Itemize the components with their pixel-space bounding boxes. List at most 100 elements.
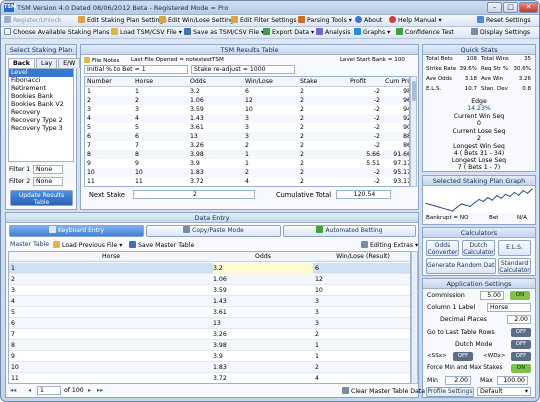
copy-paste-tab[interactable]: Copy/Paste Mode [146,225,281,237]
commission-field[interactable]: 5.00 [480,291,504,300]
entry-cell[interactable]: 1.83 [213,362,313,373]
entry-cell[interactable]: 1 [315,340,410,351]
entry-cell[interactable]: 1 [315,351,410,362]
display-settings-button[interactable]: Display Settings [471,28,530,38]
entry-cell[interactable]: 3.2 [213,263,313,274]
graphs-menu[interactable]: Graphs ▾ [354,28,390,38]
entry-scrollbar[interactable] [411,251,418,384]
entry-cell[interactable]: 4 [315,373,410,383]
results-column-header[interactable]: Win/Lose [245,77,300,87]
next-page-icon[interactable]: ▸ [88,387,91,394]
entry-cell[interactable]: 3.9 [213,351,313,362]
profile-select[interactable]: Default ▾ [477,387,531,396]
save-file-menu[interactable]: Save as TSM/CSV File ▾ [184,28,264,38]
automated-betting-tab[interactable]: Automated Betting [283,225,416,237]
entry-cell[interactable]: 12 [315,274,410,285]
staking-plan-item[interactable]: Recovery Type 3 [9,125,73,133]
close-button[interactable]: ✕ [519,2,538,13]
staking-plan-item[interactable]: Level [9,69,73,77]
staking-plan-item[interactable]: Bookies Bank V2 [9,101,73,109]
entry-cell[interactable]: 11 [11,373,211,383]
results-column-header[interactable]: Stake [300,77,345,87]
entry-cell[interactable]: 3.26 [213,329,313,340]
filter1-select[interactable]: None [33,165,63,174]
minimize-button[interactable]: – [487,2,502,13]
entry-cell[interactable]: 10 [11,362,211,373]
entry-table-row[interactable]: 3 3.59 10 [9,285,410,296]
odds-converter-button[interactable]: Odds Converter [426,240,459,256]
entry-cell[interactable]: 10 [315,285,410,296]
entry-cell[interactable]: 3.72 [213,373,313,383]
entry-table-row[interactable]: 5 3.61 3 [9,307,410,318]
tab-back[interactable]: Back [8,58,35,68]
entry-cell[interactable]: 8 [11,340,211,351]
tab-ew[interactable]: E/W [58,58,81,68]
keyboard-entry-tab[interactable]: Keyboard Entry [9,225,144,237]
entry-cell[interactable]: 5 [11,307,211,318]
save-master-button[interactable]: Save Master Table [129,241,194,249]
file-notes-button[interactable]: File Notes [84,57,119,64]
clear-master-button[interactable]: Clear Master Table Data [342,387,425,395]
entry-cell[interactable]: 3.98 [213,340,313,351]
results-column-header[interactable]: Odds [190,77,245,87]
results-table-row[interactable]: 10 10 1.83 2 2 -2 95.17 [85,168,409,177]
register-unlock-button[interactable]: Register/Unlock [4,16,62,26]
load-file-menu[interactable]: Load TSM/CSV File ▾ [111,28,182,38]
entry-cell[interactable]: 3 [315,318,410,329]
entry-cell[interactable]: 3.61 [213,307,313,318]
results-table-row[interactable]: 8 8 3.98 1 2 5.66 91.66 [85,150,409,159]
entry-table-row[interactable]: 4 1.43 3 [9,296,410,307]
min-field[interactable]: 2.00 [445,376,471,385]
staking-plan-list[interactable]: Level Fibonacci Retirement Bookies Bank Book… [8,68,74,162]
entry-cell[interactable]: 2 [315,329,410,340]
entry-cell[interactable]: 6 [315,263,410,274]
col1-field[interactable]: Horse [487,303,531,312]
filter2-select[interactable]: None [33,177,63,186]
entry-cell[interactable]: 3 [315,296,410,307]
results-table[interactable]: Number Horse Odds Win/Lose Stake Profit Cum Pr… [84,76,410,187]
entry-table-row[interactable]: 7 3.26 2 [9,329,410,340]
export-data-menu[interactable]: Export Data ▾ [263,28,314,38]
results-table-row[interactable]: 3 3 3.59 10 2 -2 94 [85,105,409,114]
master-data-table[interactable]: Horse Odds Win/Lose (Result) 1 3.2 6 2 1.06 12 3 3… [8,251,411,384]
parsing-tools-menu[interactable]: Parsing Tools ▾ [298,16,352,26]
reset-settings-button[interactable]: Reset Settings [477,16,531,26]
results-column-header[interactable]: Cum Profit [385,77,409,87]
max-field[interactable]: 100.00 [497,376,528,385]
goto-rows-toggle[interactable]: OFF [511,328,531,337]
results-scrollbar[interactable] [410,76,417,187]
results-table-row[interactable]: 5 5 3.61 3 2 -2 90 [85,123,409,132]
results-table-row[interactable]: 9 9 3.9 1 2 5.51 97.17 [85,159,409,168]
stake-readjust-field[interactable]: Stake re-adjust = 1000 [191,65,295,74]
results-table-row[interactable]: 7 7 3.26 2 2 -2 86 [85,141,409,150]
random-data-button[interactable]: Generate Random Data [426,258,496,274]
standard-calculator-button[interactable]: Standard Calculator [498,258,531,274]
last-page-icon[interactable]: ▸▸ [97,387,103,394]
entry-cell[interactable]: 9 [11,351,211,362]
entry-cell[interactable]: 3 [11,285,211,296]
ssx-toggle[interactable]: OFF [453,352,473,361]
maximize-button[interactable]: □ [503,2,518,13]
profile-settings-button[interactable]: Profile Settings [426,387,474,397]
entry-cell[interactable]: 3 [315,307,410,318]
edit-winlose-button[interactable]: Edit Win/Lose Settings [159,16,237,26]
force-stakes-toggle[interactable]: ON [511,364,531,373]
page-number-field[interactable]: 1 [37,386,61,395]
update-results-button[interactable]: Update Results Table [10,190,73,206]
wdx-toggle[interactable]: OFF [511,352,531,361]
els-button[interactable]: E.L.S. [498,240,531,256]
staking-plan-item[interactable]: Fibonacci [9,77,73,85]
entry-cell[interactable]: 4 [11,296,211,307]
prev-page-icon[interactable]: ◂ [28,387,31,394]
help-manual-menu[interactable]: Help Manual ▾ [389,16,442,26]
dutch-mode-toggle[interactable]: OFF [511,340,531,349]
entry-cell[interactable]: 2 [11,274,211,285]
first-page-icon[interactable]: ◂◂ [10,387,16,394]
commission-toggle[interactable]: ON [510,291,530,300]
staking-graph[interactable] [424,187,534,213]
entry-cell[interactable]: 7 [11,329,211,340]
entry-cell[interactable]: 1.06 [213,274,313,285]
entry-table-row[interactable]: 8 3.98 1 [9,340,410,351]
entry-cell[interactable]: 1 [11,263,211,274]
staking-plan-item[interactable]: Recovery Type 2 [9,117,73,125]
